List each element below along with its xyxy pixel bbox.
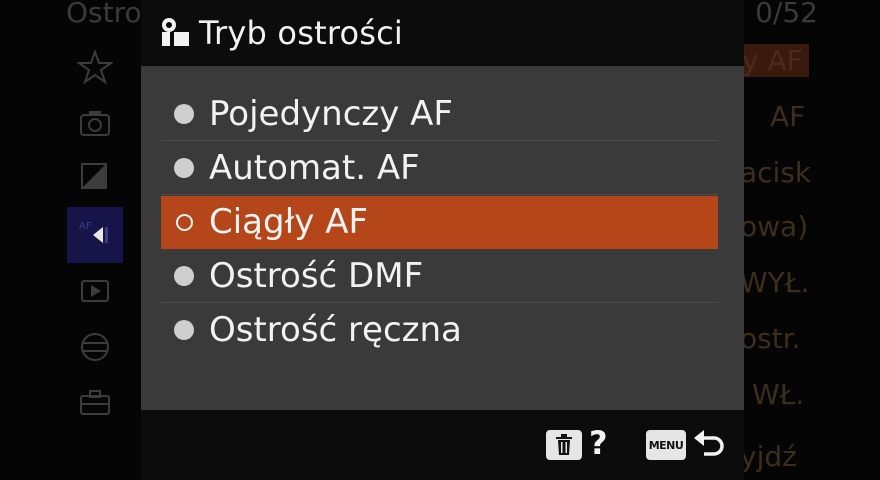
radio-selected-icon — [173, 211, 195, 233]
radio-unselected-icon — [173, 265, 195, 287]
radio-unselected-icon — [173, 319, 195, 341]
option-label: Pojedynczy AF — [209, 94, 453, 134]
background-value: AF — [770, 100, 806, 133]
toolbox-icon[interactable] — [70, 380, 120, 426]
option-single-af[interactable]: Pojedynczy AF — [161, 88, 718, 141]
background-value: WŁ. — [752, 378, 805, 411]
focus-mode-options: Pojedynczy AF Automat. AF Ciągły AF Ostr… — [161, 88, 718, 357]
background-value: owa) — [740, 210, 809, 243]
help-button[interactable]: ? — [589, 424, 608, 462]
popup-footer: ? MENU — [141, 410, 744, 480]
option-label: Automat. AF — [209, 148, 420, 188]
camera-icon[interactable] — [70, 100, 120, 146]
network-icon[interactable] — [70, 324, 120, 370]
svg-text:AF: AF — [79, 221, 92, 232]
menu-button[interactable]: MENU — [646, 430, 686, 460]
focus-mode-icon — [159, 16, 193, 50]
background-value: y AF — [736, 44, 809, 77]
popup-header: Tryb ostrości — [141, 0, 744, 66]
radio-unselected-icon — [173, 103, 195, 125]
popup-title: Tryb ostrości — [199, 14, 404, 52]
option-label: Ciągły AF — [209, 202, 369, 242]
radio-unselected-icon — [173, 157, 195, 179]
af-tab-icon[interactable]: AF — [67, 207, 123, 263]
background-value: acisk — [740, 156, 812, 189]
exposure-icon[interactable] — [70, 154, 120, 200]
option-label: Ostrość ręczna — [209, 310, 462, 350]
back-arrow-icon[interactable] — [692, 428, 726, 462]
background-value: yjdź — [740, 440, 797, 473]
option-automatic-af[interactable]: Automat. AF — [161, 142, 718, 195]
trash-icon[interactable] — [546, 430, 582, 460]
background-value: WYŁ. — [740, 266, 810, 299]
option-continuous-af[interactable]: Ciągły AF — [161, 196, 718, 249]
playback-icon[interactable] — [70, 268, 120, 314]
background-menu-title: Ostro — [66, 0, 142, 29]
background-value: ostr. — [740, 322, 801, 355]
option-label: Ostrość DMF — [209, 256, 424, 296]
option-manual-focus[interactable]: Ostrość ręczna — [161, 304, 718, 356]
option-dmf[interactable]: Ostrość DMF — [161, 250, 718, 303]
background-page-indicator: 0/52 — [755, 0, 818, 29]
star-icon[interactable] — [70, 44, 120, 90]
focus-mode-popup: Tryb ostrości Pojedynczy AF Automat. AF … — [141, 0, 744, 480]
